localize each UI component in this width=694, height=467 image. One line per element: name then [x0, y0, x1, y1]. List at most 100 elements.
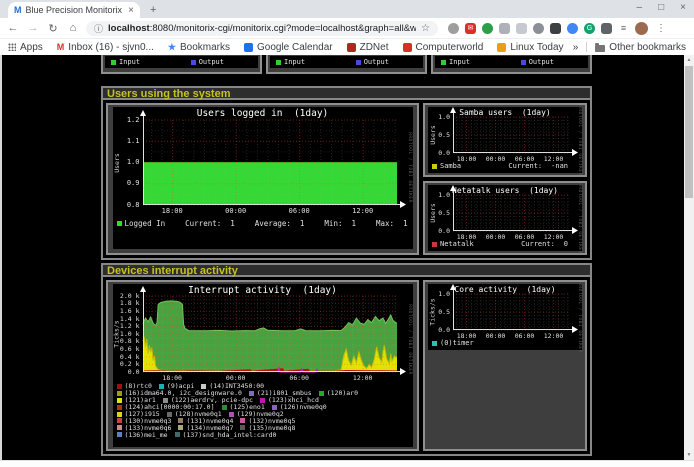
bookmark-apps[interactable]: Apps [8, 42, 43, 53]
stat-min: Min:1 [324, 219, 356, 228]
samba-users-chart[interactable]: Samba users (1day)UsersRRDTOOL / TOBI OE… [428, 107, 582, 173]
tab-title: Blue Precision Monitorix [26, 5, 125, 15]
bookmark-zdnet[interactable]: ZDNet [347, 42, 389, 53]
address-bar[interactable]: ⓘ localhost:8080/monitorix-cgi/monitorix… [86, 21, 438, 36]
stat-value: -nan [551, 162, 568, 170]
copy-extension-icon[interactable] [499, 23, 510, 34]
chart-plot-area [453, 117, 569, 153]
chart-plot-area [143, 120, 397, 205]
chart-title: Users logged in (1day) [113, 108, 413, 119]
users-logged-in-panel: Users logged in (1day)UsersRRDTOOL / TOB… [106, 103, 419, 255]
scrollbar-thumb[interactable] [685, 66, 693, 198]
legend-color-swatch [441, 60, 446, 65]
scroll-up-icon[interactable]: ▲ [684, 55, 694, 65]
back-icon[interactable]: ← [6, 22, 20, 34]
legend-label: (137)snd_hda_intel:card0 [183, 431, 277, 439]
stat-value: 0 [564, 240, 568, 248]
bookmark-star-icon[interactable]: ☆ [421, 23, 430, 34]
legend-label: (0)timer [440, 339, 474, 347]
legend-input: Input [111, 58, 140, 66]
notes-extension-icon[interactable] [516, 23, 527, 34]
chart-legend: Logged InCurrent:1Average:1Min:1Max:1 [117, 219, 409, 228]
computerworld-label: Computerworld [416, 42, 484, 53]
legend-label: (136)mei_me [125, 431, 168, 439]
legend-item: (137)snd_hda_intel:card0 [175, 431, 277, 439]
section-users: Users using the system Users logged in (… [101, 86, 592, 260]
bookmarks-separator [586, 42, 587, 52]
legend-color-swatch [117, 432, 122, 437]
users-logged-in-chart[interactable]: Users logged in (1day)UsersRRDTOOL / TOB… [113, 107, 413, 249]
legend-label: Output [364, 58, 389, 66]
home-icon[interactable]: ⌂ [66, 22, 80, 34]
legend-color-swatch [117, 391, 122, 396]
browser-window: M Blue Precision Monitorix × + – □ × ← →… [0, 0, 694, 467]
window-close-button[interactable]: × [680, 2, 686, 13]
reading-list-icon[interactable]: ≡ [618, 23, 629, 34]
url-host: localhost [108, 23, 150, 34]
legend-color-swatch [159, 384, 164, 389]
maximize-button[interactable]: □ [658, 2, 664, 13]
bookmarks-right: » Other bookmarks [573, 42, 686, 53]
legend-item: (0)timer [432, 339, 474, 347]
top-strip-graph-3: InputOutput [435, 56, 588, 68]
tab-close-icon[interactable]: × [128, 5, 134, 16]
bookmark-computerworld[interactable]: Computerworld [403, 42, 484, 53]
search-extension-icon[interactable] [448, 23, 459, 34]
legend-color-swatch [260, 398, 265, 403]
x-tick-label: 00:00 [223, 207, 249, 215]
vertical-scrollbar[interactable]: ▲ ▼ [684, 55, 694, 460]
legend-color-swatch [201, 384, 206, 389]
page-content: InputOutputInputOutputInputOutput Users … [0, 55, 694, 460]
netatalk-users-chart[interactable]: Netatalk users (1day)UsersRRDTOOL / TOBI… [428, 185, 582, 251]
reload-icon[interactable]: ↻ [46, 22, 60, 35]
legend-color-swatch [432, 242, 437, 247]
bookmarks-bar: Apps MInbox (16) - sjvn0... ★Bookmarks Goog… [0, 39, 694, 55]
scroll-down-icon[interactable]: ▼ [684, 450, 694, 460]
chart-legend: (0)timer [432, 339, 578, 347]
interrupt-activity-chart[interactable]: Interrupt activity (1day)Ticks/sRRDTOOL … [113, 284, 413, 447]
rrdtool-watermark: RRDTOOL / TOBI OETIKER [407, 120, 413, 215]
pocket-extension-icon[interactable] [567, 23, 578, 34]
bookmark-bookmarks[interactable]: ★Bookmarks [168, 42, 230, 53]
legend-color-swatch [240, 425, 245, 430]
y-tick-label: 0.0 [114, 368, 140, 376]
section-users-title: Users using the system [103, 88, 590, 100]
stat-value: 1 [351, 219, 356, 228]
bookmark-inbox[interactable]: MInbox (16) - sjvn0... [57, 42, 154, 53]
interrupt-legend: (8)rtc0(9)acpi(14)INT3450:00(16)idma64.0… [117, 383, 411, 438]
browser-menu-icon[interactable]: ⋮ [656, 23, 666, 34]
computerworld-icon [403, 43, 412, 52]
forward-icon[interactable]: → [26, 22, 40, 34]
screenshot-extension-icon[interactable] [550, 23, 561, 34]
session-extension-icon[interactable] [482, 23, 493, 34]
top-strip-panel-3: InputOutput [431, 55, 592, 74]
profile-avatar[interactable] [635, 22, 648, 35]
legend-color-swatch [229, 412, 234, 417]
interrupt-activity-panel: Interrupt activity (1day)Ticks/sRRDTOOL … [106, 280, 419, 451]
url-path: :8080/monitorix-cgi/monitorix.cgi?mode=l… [150, 23, 416, 34]
grammarly-extension-icon[interactable]: G [584, 23, 595, 34]
page-info-icon[interactable]: ⓘ [94, 22, 103, 35]
bookmarks-overflow-icon[interactable]: » [573, 42, 579, 53]
bookmark-linux-today[interactable]: Linux Today [497, 42, 563, 53]
legend-color-swatch [356, 60, 361, 65]
legend-output: Output [356, 58, 389, 66]
minimize-button[interactable]: – [637, 2, 643, 13]
top-strip-graph-2: InputOutput [270, 56, 423, 68]
legend-color-swatch [319, 391, 324, 396]
new-tab-button[interactable]: + [150, 4, 156, 16]
other-bookmarks-button[interactable]: Other bookmarks [595, 42, 686, 53]
mail-checker-extension-icon[interactable]: ✉ [465, 23, 476, 34]
top-strip: InputOutputInputOutputInputOutput [101, 55, 592, 74]
y-tick-label: 0.5 [424, 308, 450, 316]
browser-tab[interactable]: M Blue Precision Monitorix × [8, 2, 140, 18]
legend-color-swatch [191, 60, 196, 65]
legend-color-swatch [178, 418, 183, 423]
stat-value: 1 [300, 219, 305, 228]
bookmark-google-calendar[interactable]: Google Calendar [244, 42, 333, 53]
watermark-text: RRDTOOL / TOBI OETIKER [407, 132, 412, 203]
stat-label: Max: [376, 219, 394, 228]
extensions-puzzle-icon[interactable] [601, 23, 612, 34]
privacy-extension-icon[interactable] [533, 23, 544, 34]
core-activity-chart[interactable]: Core activity (1day)Ticks/sRRDTOOL / TOB… [428, 284, 582, 350]
